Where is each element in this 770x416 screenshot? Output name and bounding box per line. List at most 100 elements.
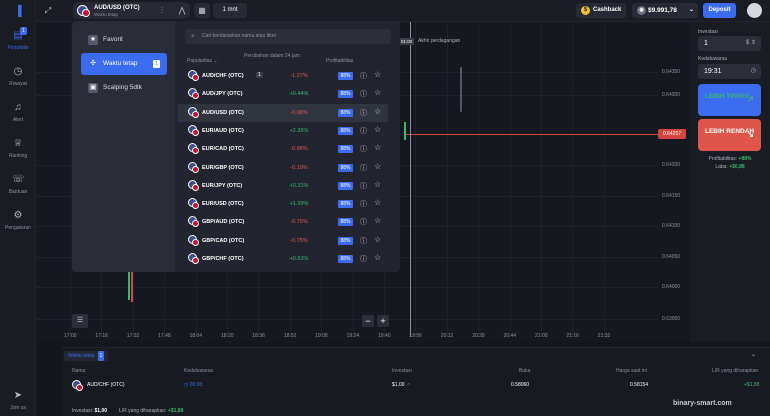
star-icon[interactable]: ☆ [374, 88, 381, 97]
asset-row[interactable]: AUD/USD (OTC) -0.08% 88% ⓘ ☆ [178, 103, 388, 122]
sort-popularity[interactable]: Popularitas ⌄ [187, 58, 218, 64]
grid-vline [446, 22, 448, 337]
info-icon[interactable]: ⓘ [360, 181, 367, 191]
avatar[interactable] [747, 3, 762, 18]
asset-name: EUR/CAD (OTC) [202, 146, 244, 153]
drawing-icon[interactable]: ⋀ [174, 3, 190, 18]
star-icon: ★ [88, 35, 98, 45]
asset-row[interactable]: EUR/USD (OTC) +1.99% 88% ⓘ ☆ [178, 195, 388, 213]
asset-row[interactable]: GBP/CHF (OTC) +0.63% 88% ⓘ ☆ [178, 250, 388, 268]
settings-sliders-icon[interactable]: ☰ [72, 314, 88, 328]
category-fixed-time[interactable]: ✣ Waktu tetap 1 [81, 53, 167, 75]
info-icon[interactable]: ⓘ [360, 236, 367, 246]
chart-type-icon[interactable]: ▦ [194, 3, 210, 18]
info-icon[interactable]: ⓘ [360, 144, 367, 154]
y-tick-label: 0.64350 [662, 69, 681, 75]
star-icon[interactable]: ☆ [374, 253, 381, 262]
x-tick-label: 19:56 [409, 333, 422, 339]
star-icon[interactable]: ☆ [374, 162, 381, 171]
nav-history[interactable]: ◷ Riwayat [0, 66, 36, 87]
x-tick-label: 21:32 [597, 333, 611, 339]
footer-pnl: L/R yang diharapkan: +$1,88 [119, 408, 184, 414]
fullscreen-icon[interactable]: ⤢ [40, 3, 56, 18]
asset-row[interactable]: GBP/AUD (OTC) -0.75% 88% ⓘ ☆ [178, 213, 388, 231]
asset-name: AUD/CHF (OTC) [202, 73, 244, 79]
scrollbar[interactable] [460, 67, 462, 112]
grid-hline [36, 319, 658, 320]
search-input[interactable]: ⌕ Cari berdasarkan nama atau tiket [185, 29, 391, 44]
nav-support[interactable]: ☏ Bantuan [0, 174, 36, 195]
star-icon[interactable]: ☆ [374, 143, 381, 152]
col-expiry: Kedaluwarsa [184, 368, 213, 374]
star-icon[interactable]: ☆ [374, 107, 381, 116]
asset-row[interactable]: GBP/CAD (OTC) -0.75% 88% ⓘ ☆ [178, 232, 388, 250]
star-icon[interactable]: ☆ [374, 70, 381, 79]
category-favorites[interactable]: ★ Favorit [81, 29, 167, 51]
lower-button[interactable]: LEBIH RENDAH ↘ [698, 119, 761, 151]
trophy-icon: ♕ [13, 138, 23, 149]
x-tick-label: 17:00 [64, 333, 77, 339]
x-tick-label: 18:52 [283, 333, 297, 339]
asset-row[interactable]: EUR/AUD (OTC) +2.36% 88% ⓘ ☆ [178, 122, 388, 140]
info-icon[interactable]: ⓘ [360, 254, 367, 264]
zoom-in-button[interactable]: + [377, 315, 389, 327]
investment-input[interactable]: 1 $ ⇕ [698, 36, 761, 51]
nav-ranking[interactable]: ♕ Ranking [0, 138, 36, 159]
info-icon[interactable]: ⓘ [360, 126, 367, 136]
timeframe-button[interactable]: 1 mnt [213, 3, 247, 18]
asset-row[interactable]: EUR/JPY (OTC) +0.31% 88% ⓘ ☆ [178, 177, 388, 195]
coin-icon: $ [581, 6, 590, 15]
info-icon[interactable]: ⓘ [360, 108, 367, 118]
info-icon[interactable]: ⓘ [360, 71, 367, 81]
nav-label: Bantuan [8, 189, 28, 195]
info-icon[interactable]: ⓘ [360, 163, 367, 173]
asset-change: -0.88% [290, 146, 308, 153]
asset-profit: 88% [338, 126, 353, 135]
star-icon[interactable]: ☆ [374, 216, 381, 225]
asset-row[interactable]: AUD/JPY (OTC) +0.44% 88% ⓘ ☆ [178, 85, 388, 103]
category-scalping[interactable]: ▣ Scalping 5dtk [81, 77, 167, 99]
higher-button[interactable]: LEBIH TINGGI ↗ [698, 84, 761, 116]
star-icon[interactable]: ☆ [374, 180, 381, 189]
deposit-button[interactable]: Deposit [703, 3, 736, 18]
nav-alert[interactable]: ♫ Alert [0, 102, 36, 123]
asset-change: +1.99% [289, 201, 309, 208]
star-icon[interactable]: ☆ [374, 235, 381, 244]
indicators-icon[interactable]: ⫶ [154, 3, 170, 18]
asset-name: EUR/USD (OTC) [202, 201, 244, 208]
profitability: Profitabilitas: +88% [708, 156, 752, 162]
asset-name: AUD/JPY (OTC) [202, 91, 243, 98]
asset-name: GBP/AUD (OTC) [202, 219, 245, 226]
asset-badge: 1 [256, 72, 263, 78]
expiry-input[interactable]: 19:31 ◷ [698, 64, 761, 79]
asset-row[interactable]: EUR/CAD (OTC) -0.88% 88% ⓘ ☆ [178, 140, 388, 158]
asset-name: EUR/JPY (OTC) [202, 182, 243, 189]
expiry-line [410, 22, 411, 337]
y-tick-label: 0.64050 [662, 254, 681, 260]
chevron-down-icon[interactable]: ⌄ [751, 351, 756, 358]
asset-change: +0.44% [289, 91, 309, 98]
asset-name: GBP/CAD (OTC) [202, 237, 245, 244]
star-icon[interactable]: ☆ [374, 198, 381, 207]
nav-portfolio[interactable]: 1 ▤ Portofolio [0, 27, 36, 51]
logo-icon[interactable]: ▐ [11, 6, 25, 18]
nav-join[interactable]: ➤ Join us [0, 390, 36, 411]
wallet-icon: ◉ [637, 6, 646, 15]
x-tick-label: 18:36 [252, 333, 265, 339]
tab-fixed-time[interactable]: Waktu tetap 1 [64, 351, 109, 361]
info-icon[interactable]: ⓘ [360, 89, 367, 99]
history-icon: ◷ [13, 66, 23, 77]
asset-row[interactable]: AUD/CHF (OTC) 1 -1.27% 88% ⓘ ☆ [178, 67, 388, 85]
zoom-out-button[interactable]: − [362, 315, 374, 327]
asset-profit: 88% [338, 72, 353, 80]
star-icon[interactable]: ☆ [374, 125, 381, 134]
asset-row[interactable]: EUR/GBP (OTC) -0.19% 88% ⓘ ☆ [178, 159, 388, 177]
col-pnl: L/R yang diharapkan [712, 368, 759, 374]
grid-vline [572, 22, 574, 337]
info-icon[interactable]: ⓘ [360, 199, 367, 209]
info-icon[interactable]: ⓘ [360, 217, 367, 227]
balance-button[interactable]: ◉ $9.991,78 ⌄ [632, 3, 698, 18]
nav-settings[interactable]: ⚙ Pengaturan [0, 210, 36, 231]
asset-profit: 88% [338, 90, 353, 99]
cashback-button[interactable]: $ Cashback [576, 3, 626, 18]
